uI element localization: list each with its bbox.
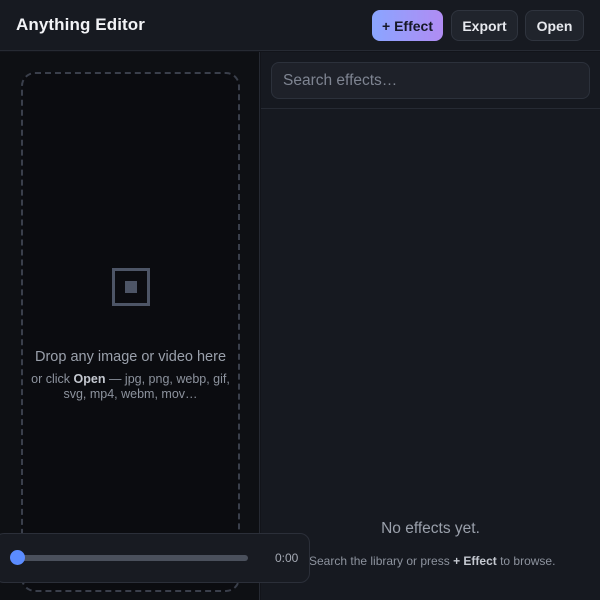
effects-search-bar xyxy=(261,52,600,109)
effects-empty-hint-bold: + Effect xyxy=(453,554,497,568)
dropzone-hint: or click Open — jpg, png, webp, gif, svg… xyxy=(29,372,232,402)
playback-time: 0:00 xyxy=(275,551,299,565)
app-header: Anything Editor + Effect Export Open xyxy=(0,0,600,51)
playback-bar: 0:00 xyxy=(0,533,310,583)
dropzone-hint-open: Open xyxy=(73,372,106,386)
dropzone-hint-prefix: or click xyxy=(31,372,74,386)
dropzone-title: Drop any image or video here xyxy=(34,349,227,365)
export-button[interactable]: Export xyxy=(451,10,518,41)
effects-empty-hint: Search the library or press + Effect to … xyxy=(309,554,569,568)
app-window: Anything Editor + Effect Export Open Dro… xyxy=(0,0,600,600)
seek-slider[interactable] xyxy=(10,550,248,565)
effects-pane: No effects yet. Search the library or pr… xyxy=(261,52,600,600)
add-effect-button[interactable]: + Effect xyxy=(372,10,443,41)
app-title: Anything Editor xyxy=(16,15,145,34)
seek-handle[interactable] xyxy=(10,550,25,565)
square-frame-icon xyxy=(112,268,150,306)
effects-search-input[interactable] xyxy=(271,62,590,99)
media-dropzone[interactable]: Drop any image or video here or click Op… xyxy=(21,72,240,592)
preview-pane: Drop any image or video here or click Op… xyxy=(0,52,260,600)
effects-empty-hint-suffix: to browse. xyxy=(496,554,556,568)
open-button[interactable]: Open xyxy=(525,10,584,41)
effects-empty-hint-prefix: Search the library or press xyxy=(309,554,454,568)
effects-empty-title: No effects yet. xyxy=(381,520,480,537)
